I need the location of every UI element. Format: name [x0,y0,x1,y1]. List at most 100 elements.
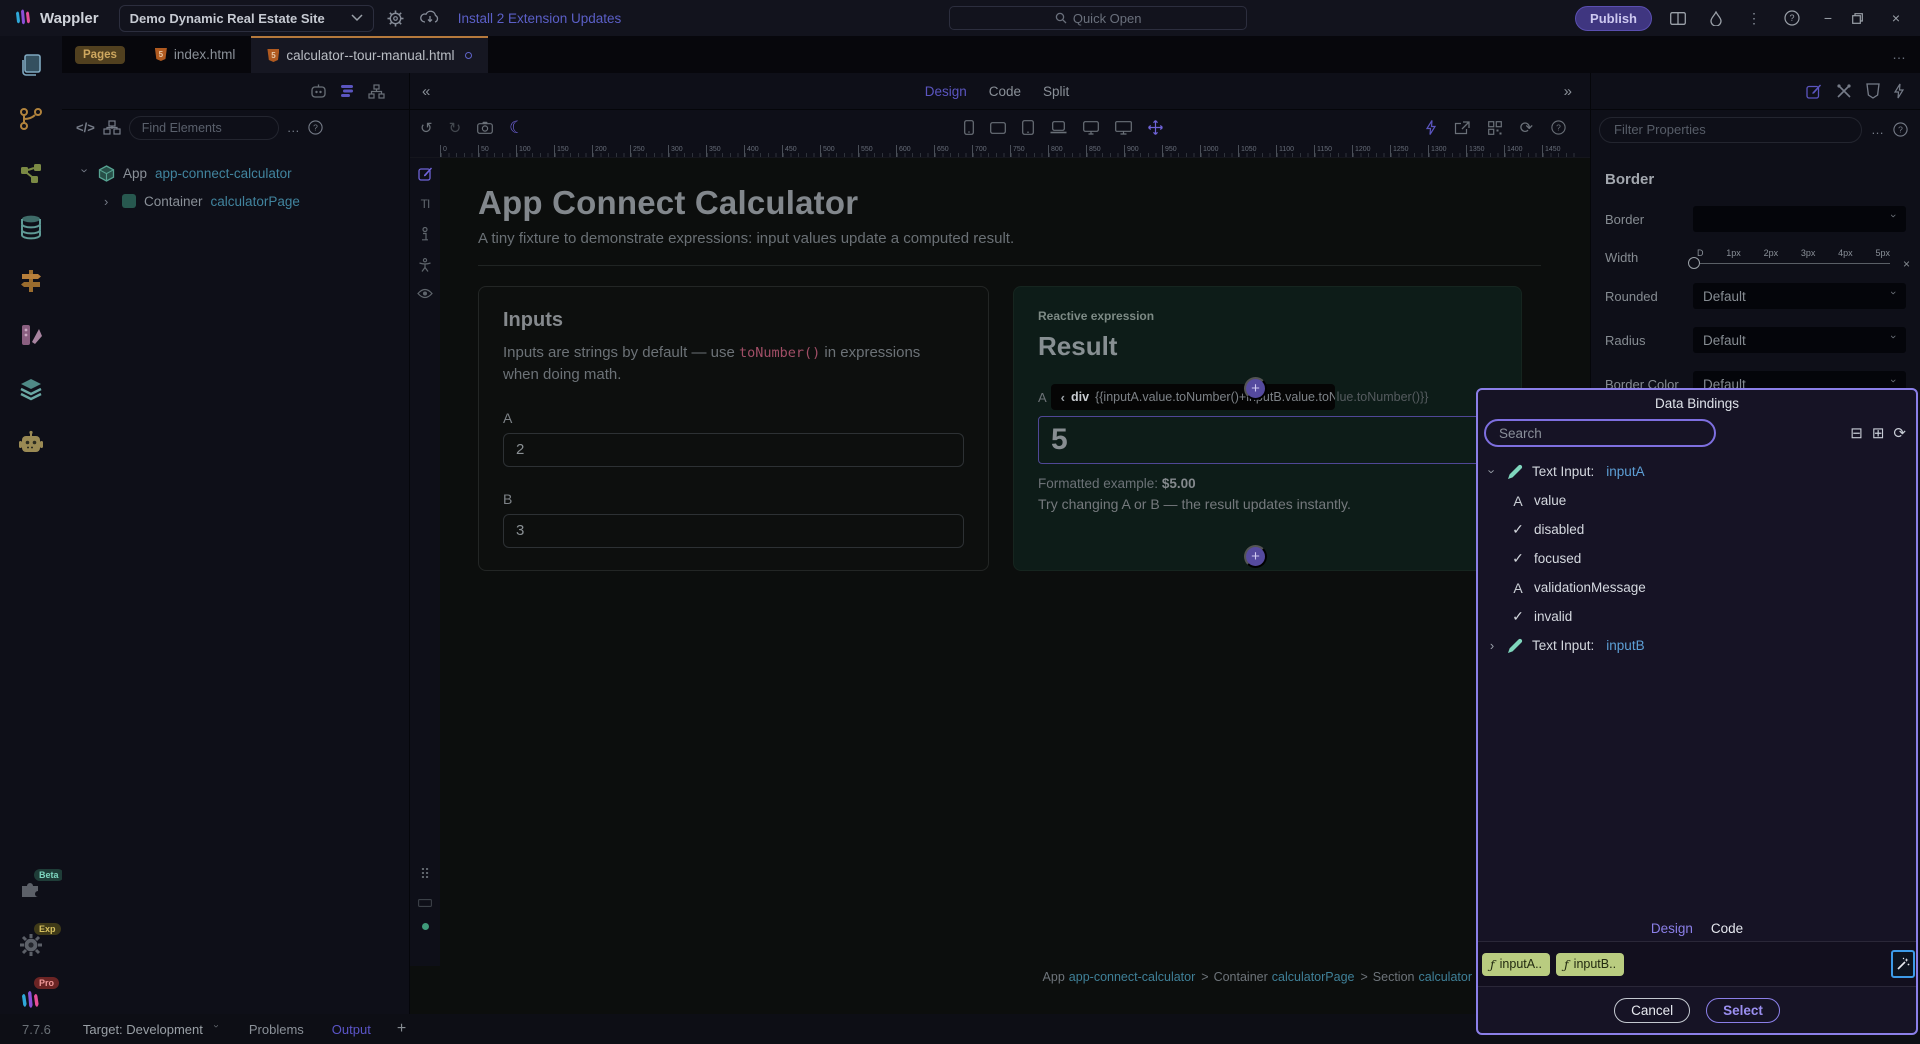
add-element-button[interactable]: + [1244,377,1267,400]
wappler-pro-icon[interactable]: Pro [16,984,46,1014]
close-button[interactable]: × [1886,10,1906,26]
more-options-icon[interactable]: … [1871,122,1884,137]
collapse-all-icon[interactable]: ⊟ [1850,424,1863,442]
restore-button[interactable] [1852,13,1872,24]
expander-icon[interactable]: › [1485,466,1500,478]
help-icon[interactable]: ? [1780,6,1804,30]
device-laptop-icon[interactable] [1050,121,1067,134]
tree-item-app[interactable]: › App app-connect-calculator [80,159,409,187]
expander-icon[interactable]: › [104,194,114,209]
inspect-info-icon[interactable] [420,227,430,242]
help-icon[interactable]: ? [308,120,323,135]
tree-item-container[interactable]: › Container calculatorPage [80,187,409,215]
dialog-tab-design[interactable]: Design [1651,921,1693,936]
design-system-icon[interactable] [16,320,46,350]
responsive-resize-icon[interactable] [1148,120,1163,135]
select-button[interactable]: Select [1706,998,1780,1023]
rulers-toggle-icon[interactable] [418,899,432,907]
undo-icon[interactable]: ↺ [420,119,433,137]
workflows-icon[interactable] [16,158,46,188]
theme-droplet-icon[interactable] [1704,6,1728,30]
experimental-settings-icon[interactable]: Exp [16,930,46,960]
input-a[interactable] [503,433,964,467]
back-chevron-icon[interactable]: ‹ [1061,390,1065,405]
settings-icon[interactable] [384,6,408,30]
device-tablet-landscape-icon[interactable] [990,122,1006,134]
tab-index-html[interactable]: 5 index.html [139,36,252,73]
dark-mode-icon[interactable]: ☾ [509,118,524,138]
result-value-box[interactable]: 5 [1038,416,1519,464]
outline-view-icon[interactable] [340,84,355,98]
ai-assistant-icon[interactable] [16,428,46,458]
input-b[interactable] [503,514,964,548]
expander-icon[interactable]: › [78,168,93,178]
refresh-icon[interactable]: ⟳ [1520,118,1533,138]
pages-manager-icon[interactable] [16,50,46,80]
routes-icon[interactable] [16,266,46,296]
view-tab-split[interactable]: Split [1043,84,1069,99]
minimize-button[interactable]: − [1818,10,1838,26]
view-tab-code[interactable]: Code [989,84,1021,99]
qr-preview-icon[interactable] [1488,121,1502,135]
view-tab-design[interactable]: Design [925,84,967,99]
breadcrumb-name[interactable]: calculatorPage [1272,970,1355,984]
binding-prop-invalid[interactable]: ✓ invalid [1478,602,1916,631]
bindings-search-input[interactable] [1484,419,1716,447]
components-icon[interactable] [103,120,121,136]
dialog-tab-code[interactable]: Code [1711,921,1743,936]
help-icon[interactable]: ? [1551,120,1566,135]
refresh-icon[interactable]: ⟳ [1893,424,1906,442]
extensions-beta-icon[interactable]: Beta [16,876,46,906]
tab-calculator-html[interactable]: 5 calculator--tour-manual.html [251,36,488,73]
help-icon[interactable]: ? [1893,122,1908,137]
binding-prop-disabled[interactable]: ✓ disabled [1478,515,1916,544]
border-width-slider[interactable]: D1px2px3px4px5px × [1693,251,1906,264]
element-toolbar-pill[interactable]: ‹ div {{inputA.value.toNumber()+inputB.v… [1051,384,1335,410]
device-phone-icon[interactable] [964,120,974,135]
css-styles-icon[interactable] [1866,83,1880,99]
screenshot-icon[interactable] [477,121,493,134]
filter-properties-input[interactable] [1599,117,1862,143]
binding-prop-focused[interactable]: ✓ focused [1478,544,1916,573]
quick-open-button[interactable]: Quick Open [949,6,1247,30]
expression-chip-inputB[interactable]: ƒinputB.. [1556,953,1624,976]
extension-updates-icon[interactable] [418,6,442,30]
open-in-browser-icon[interactable] [1454,121,1470,135]
more-options-icon[interactable]: … [287,120,300,135]
breadcrumb-name[interactable]: app-connect-calculator [1069,970,1195,984]
dynamic-events-icon[interactable] [1894,83,1904,99]
preview-eye-icon[interactable] [417,288,433,299]
breadcrumb-name[interactable]: calculator [1419,970,1473,984]
slider-knob[interactable] [1688,257,1700,269]
problems-tab[interactable]: Problems [249,1022,304,1037]
install-updates-link[interactable]: Install 2 Extension Updates [458,11,622,26]
add-panel-icon[interactable]: + [397,1020,406,1038]
clear-width-icon[interactable]: × [1903,257,1910,271]
border-style-select[interactable]: › [1693,206,1906,232]
find-elements-input[interactable] [129,116,279,140]
expression-chip-inputA[interactable]: ƒinputA.. [1482,953,1550,976]
binding-prop-validationMessage[interactable]: A validationMessage [1478,573,1916,602]
text-tool-icon[interactable]: TI [421,197,430,211]
project-selector[interactable]: Demo Dynamic Real Estate Site [119,5,374,32]
expand-all-icon[interactable]: ⊞ [1872,424,1885,442]
rounded-select[interactable]: Default› [1693,283,1906,309]
binding-component-inputA[interactable]: › Text Input: inputA [1478,457,1916,486]
expand-panel-icon[interactable]: » [1564,83,1572,100]
code-view-icon[interactable]: </> [76,120,95,135]
target-selector[interactable]: Target: Development › [83,1022,221,1037]
add-element-button[interactable]: + [1244,545,1267,568]
magic-wand-button[interactable] [1891,950,1915,978]
device-desktop-icon[interactable] [1083,121,1099,135]
edit-mode-icon[interactable] [418,166,433,181]
grid-helper-icon[interactable]: ⠿ [420,866,430,883]
app-connect-bolt-icon[interactable] [1426,120,1436,135]
pages-badge[interactable]: Pages [75,46,125,64]
git-icon[interactable] [16,104,46,134]
collapse-panel-icon[interactable]: « [422,83,430,100]
tab-overflow-icon[interactable]: … [1892,46,1906,62]
ai-generate-icon[interactable] [310,84,327,99]
device-tablet-icon[interactable] [1022,120,1034,135]
radius-select[interactable]: Default› [1693,327,1906,353]
tools-icon[interactable] [1836,83,1852,99]
